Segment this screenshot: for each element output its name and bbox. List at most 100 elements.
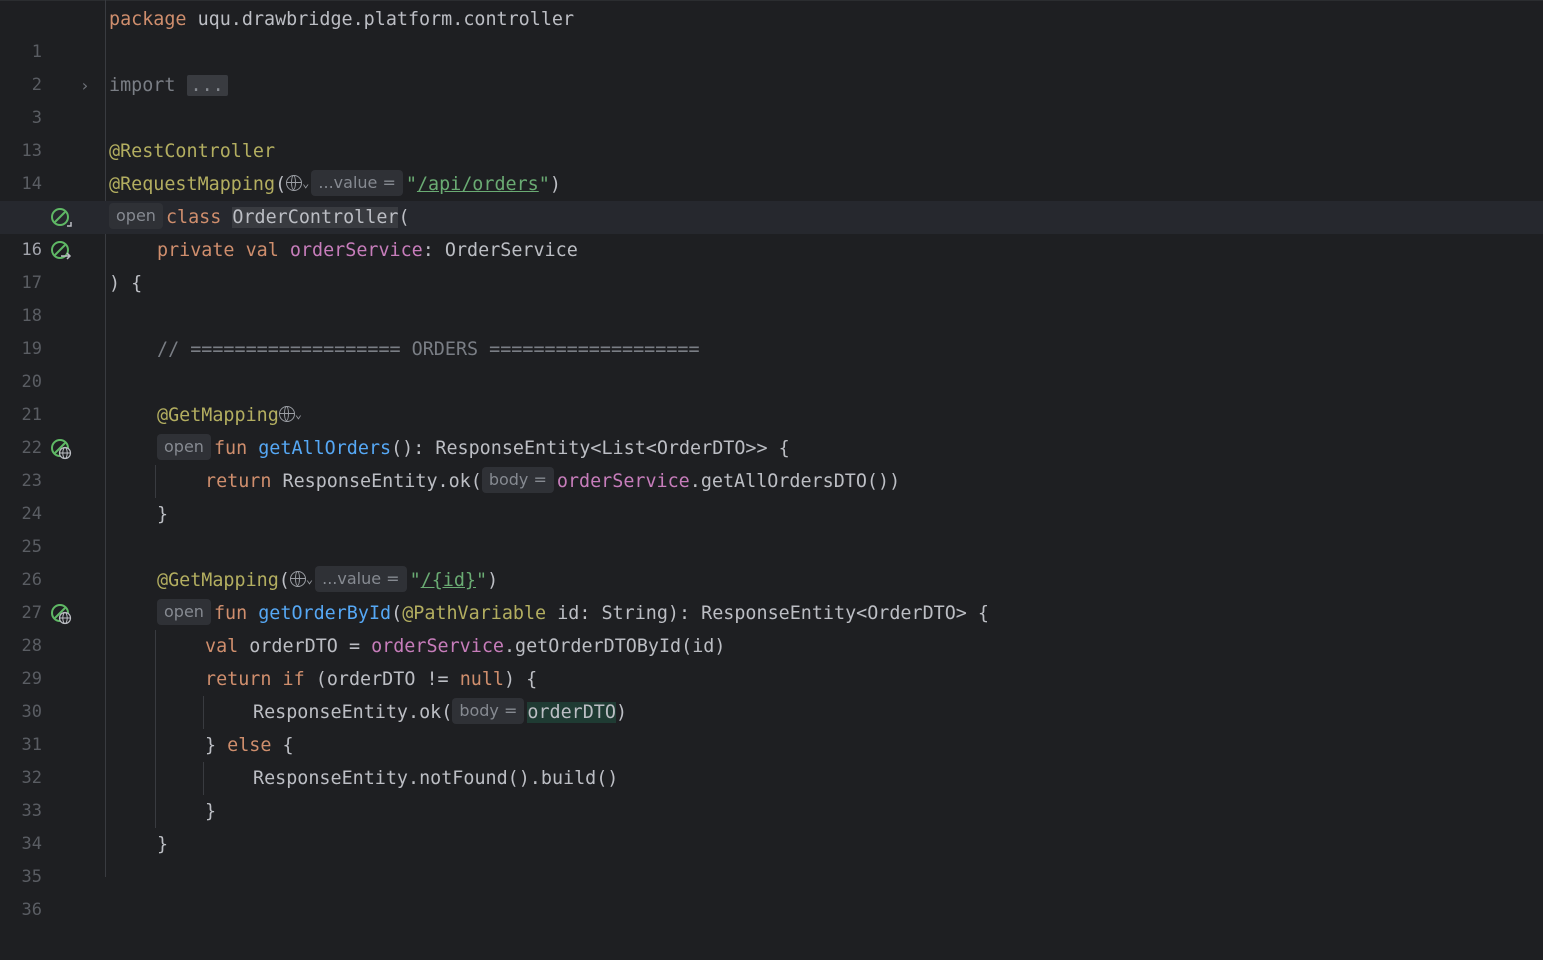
code-text: ( [391, 603, 403, 624]
annotation: @RestController [109, 141, 276, 162]
annotation: @PathVariable [402, 603, 547, 624]
code-line[interactable]: 32 } else { [0, 729, 1543, 788]
code-line[interactable]: 26 [0, 531, 1543, 590]
code-editor[interactable]: 1 package uqu.drawbridge.platform.contro… [0, 3, 1543, 920]
code-text: .getOrderDTOById(id) [503, 636, 726, 657]
chevron-down-icon[interactable]: ⌄ [306, 572, 313, 586]
chevron-down-icon[interactable]: ⌄ [302, 176, 309, 190]
code-line[interactable]: 15 @RequestMapping(⌄...value ="/api/orde… [0, 168, 1543, 227]
web-endpoint-icon[interactable] [50, 438, 72, 460]
line-number: 36 [21, 900, 42, 920]
code-text: uqu.drawbridge.platform.controller [186, 9, 575, 30]
code-text: ResponseEntity.notFound().build() [253, 768, 619, 789]
keyword: fun [213, 603, 248, 624]
url-link[interactable]: /{id} [421, 570, 476, 591]
fold-chevron-icon[interactable]: › [80, 69, 90, 102]
function-name[interactable]: getOrderById [258, 603, 391, 624]
code-text: (): ResponseEntity<List<OrderDTO>> { [391, 438, 790, 459]
property: orderService [371, 636, 504, 657]
string-quote: " [476, 570, 488, 591]
code-line[interactable]: 19 [0, 300, 1543, 359]
code-text: ) [487, 570, 499, 591]
code-text: { [271, 735, 294, 756]
keyword: if [282, 669, 305, 690]
bean-class-icon[interactable] [50, 207, 72, 229]
code-line[interactable]: 29 val orderDTO = orderService.getOrderD… [0, 630, 1543, 689]
code-text: ( [278, 570, 290, 591]
code-line[interactable]: 23 open fun getAllOrders(): ResponseEntit… [0, 432, 1543, 491]
annotation: @RequestMapping [109, 174, 276, 195]
code-text: ) { [109, 273, 143, 294]
web-endpoint-icon[interactable] [50, 603, 72, 625]
indent-guide [155, 630, 156, 828]
code-line[interactable]: 2 [0, 36, 1543, 95]
indent-guide [203, 762, 204, 795]
code-text: (orderDTO != [304, 669, 460, 690]
property: orderService [556, 471, 690, 492]
folded-imports[interactable]: ... [186, 75, 228, 96]
code-text: ( [398, 207, 410, 228]
url-link[interactable]: /api/orders [417, 174, 539, 195]
code-line[interactable]: 30 return if (orderDTO != null) { [0, 663, 1543, 722]
parameter-hint: body = [481, 467, 554, 493]
keyword: else [227, 735, 272, 756]
code-line[interactable]: 17 private val orderService: OrderServic… [0, 234, 1543, 293]
code-line[interactable]: 14 @RestController [0, 135, 1543, 194]
code-line[interactable]: 1 package uqu.drawbridge.platform.contro… [0, 3, 1543, 62]
highlighted-usage[interactable]: orderDTO [527, 702, 616, 723]
keyword: return [205, 471, 272, 492]
code-line[interactable]: 33 ResponseEntity.notFound().build() [0, 762, 1543, 821]
code-text: ) [615, 702, 628, 723]
keyword: import [109, 75, 176, 96]
keyword: val [205, 636, 239, 657]
string-quote: " [405, 174, 417, 195]
globe-icon[interactable] [289, 571, 306, 587]
function-name[interactable]: getAllOrders [258, 438, 391, 459]
code-text: ) { [503, 669, 538, 690]
code-text: orderDTO = [238, 636, 372, 657]
code-line[interactable]: 3 › import ... [0, 69, 1543, 128]
code-text: .getAllOrdersDTO()) [689, 471, 901, 492]
code-line[interactable]: 13 [0, 102, 1543, 161]
modifier-hint: open [109, 203, 163, 229]
parameter-hint: ...value = [315, 566, 407, 592]
code-line[interactable]: 31 ResponseEntity.ok(body = orderDTO) [0, 696, 1543, 755]
keyword: val [245, 240, 279, 261]
modifier-hint: open [157, 599, 211, 625]
parameter-hint: ...value = [311, 170, 403, 196]
string-quote: " [538, 174, 550, 195]
annotation: @GetMapping [157, 570, 279, 591]
keyword: private [157, 240, 235, 261]
bean-injection-icon[interactable] [50, 240, 72, 262]
code-text: ResponseEntity.ok( [282, 471, 482, 492]
keyword: class [165, 207, 222, 228]
code-line-current[interactable]: 16 open class OrderController( [0, 201, 1543, 260]
string-quote: " [409, 570, 421, 591]
editor-top-border [0, 0, 1543, 1]
code-line[interactable]: 28 open fun getOrderById(@PathVariable id… [0, 597, 1543, 656]
code-line[interactable]: 24 return ResponseEntity.ok(body = orderS… [0, 465, 1543, 524]
comment: // =================== ORDERS ==========… [157, 339, 700, 360]
indent-guide [203, 696, 204, 729]
code-line[interactable]: 25 } [0, 498, 1543, 557]
code-line[interactable]: 27 @GetMapping(⌄ ...value = "/{id}") [0, 564, 1543, 623]
globe-icon[interactable] [278, 406, 295, 422]
code-text: } [157, 834, 169, 855]
code-line[interactable]: 22 @GetMapping ⌄ [0, 399, 1543, 458]
keyword: package [109, 9, 187, 30]
code-text: } [205, 735, 228, 756]
class-name[interactable]: OrderController [232, 207, 399, 228]
code-line[interactable]: 35 } [0, 828, 1543, 887]
property: orderService [289, 240, 423, 261]
code-line[interactable]: 20 // =================== ORDERS =======… [0, 333, 1543, 392]
code-line[interactable]: 21 [0, 366, 1543, 425]
annotation: @GetMapping [157, 405, 279, 426]
chevron-down-icon[interactable]: ⌄ [295, 407, 302, 421]
code-line[interactable]: 18 ) { [0, 267, 1543, 326]
globe-icon[interactable] [286, 175, 303, 191]
modifier-hint: open [157, 434, 211, 460]
code-line[interactable]: 34 } [0, 795, 1543, 854]
code-text: ) [549, 174, 561, 195]
code-line[interactable]: 36 [0, 861, 1543, 920]
indent-guide [155, 465, 156, 498]
